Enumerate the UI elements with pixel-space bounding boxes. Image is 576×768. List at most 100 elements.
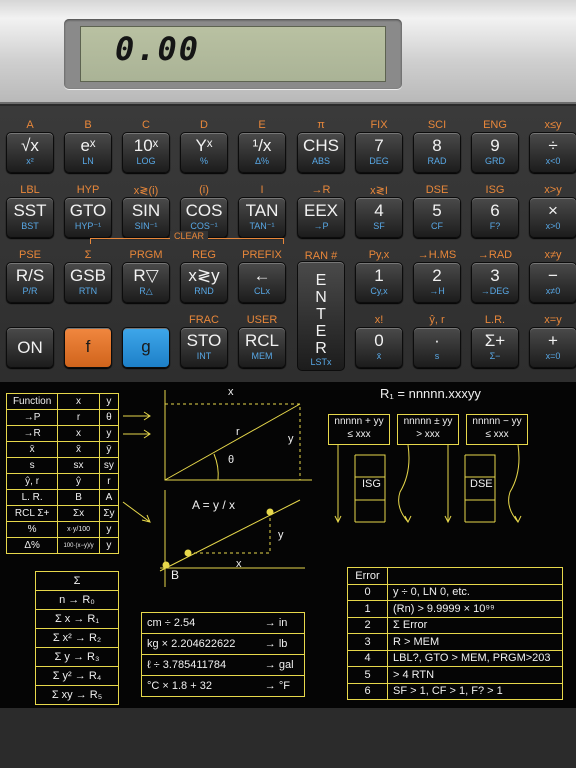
- table-row: ŷ, rŷr: [5, 473, 120, 490]
- table-row: Σ y → R₃: [35, 647, 119, 667]
- table-cell: Σ x² → R₂: [35, 628, 119, 648]
- calculator-key[interactable]: 6 F?: [471, 197, 519, 238]
- calculator-key[interactable]: GTO HYP⁻¹: [64, 197, 112, 238]
- calculator-key[interactable]: 8 RAD: [413, 132, 461, 173]
- key-g-label: →DEG: [480, 286, 510, 296]
- calculator-key[interactable]: f: [64, 327, 112, 368]
- key-shift-label: FIX: [370, 119, 388, 131]
- key-g-label: R△: [139, 286, 153, 296]
- table-cell: 5: [347, 666, 388, 684]
- key-shift-label: D: [200, 119, 208, 131]
- key-unit: x≤y ÷ x<0: [529, 119, 576, 179]
- calculator-key[interactable]: eˣ LN: [64, 132, 112, 173]
- table-row: % x·y/100 y: [5, 521, 120, 538]
- table-row: ℓ ÷ 3.785411784 → gal: [140, 654, 305, 676]
- key-unit: I TAN TAN⁻¹: [238, 184, 286, 244]
- calculator-key[interactable]: Yˣ%: [180, 132, 228, 173]
- key-label: eˣ: [80, 136, 96, 155]
- calculator-key[interactable]: 5 CF: [413, 197, 461, 238]
- calculator-key[interactable]: SST BST: [6, 197, 54, 238]
- table-cell: ȳ: [98, 441, 120, 458]
- key-g-label: RND: [194, 286, 214, 296]
- calculator-key[interactable]: 1 Cy,x: [355, 262, 403, 303]
- calculator-key[interactable]: 0 x̄: [355, 327, 403, 368]
- calculator-key[interactable]: × x>0: [529, 197, 576, 238]
- table-row: 4 LBL?, GTO > MEM, PRGM>203: [347, 649, 563, 667]
- key-unit: REG x≷y RND: [180, 249, 228, 309]
- key-shift-label: π: [317, 119, 325, 131]
- loop-box-dse-condition: nnnnn ± yy > xxx: [397, 414, 459, 445]
- key-label: TAN: [245, 201, 279, 220]
- clear-label: CLEAR: [170, 231, 209, 241]
- calculator-key[interactable]: R/S P/R: [6, 262, 54, 303]
- table-header-cell: Error: [347, 567, 388, 585]
- calculator-key[interactable]: SIN SIN⁻¹: [122, 197, 170, 238]
- table-header-cell: Function: [5, 393, 59, 410]
- calculator-key[interactable]: ON: [6, 327, 54, 368]
- conversion-table: cm ÷ 2.54 → in kg × 2.204622622 → lb ℓ ÷ 3…: [140, 612, 305, 697]
- regression-b-label: B: [171, 568, 180, 582]
- calculator-key[interactable]: Σ+ Σ−: [471, 327, 519, 368]
- calculator-key[interactable]: TAN TAN⁻¹: [238, 197, 286, 238]
- key-shift-label: ISG: [485, 184, 505, 196]
- key-g-label: x<0: [545, 156, 561, 166]
- calculator-key[interactable]: GSB RTN: [64, 262, 112, 303]
- table-cell: ŷ: [57, 473, 100, 490]
- key-unit: →R EEX →P: [297, 184, 345, 244]
- table-row: kg × 2.204622622 → lb: [140, 633, 305, 655]
- key-unit: A √x x²: [6, 119, 54, 179]
- table-row: x̄ x̄ ȳ: [5, 441, 120, 458]
- key-g-label: TAN⁻¹: [249, 221, 275, 231]
- keyboard: A √x x² Beˣ LN C 10ˣ LOG D Yˣ% E ¹/x Δ% π CHS ABS FIX 7 DE…: [0, 106, 576, 382]
- calculator-key[interactable]: RCL MEM: [238, 327, 286, 368]
- calculator-key[interactable]: ← CLx: [238, 262, 286, 303]
- key-label: 3: [490, 266, 500, 285]
- key-unit: PREFIX ← CLx: [238, 249, 286, 309]
- calculator-key[interactable]: √x x²: [6, 132, 54, 173]
- calculator-key[interactable]: 7 DEG: [355, 132, 403, 173]
- key-unit: →RAD 3 →DEG: [471, 249, 519, 309]
- table-cell: Σ x → R₁: [35, 609, 119, 629]
- calculator-key[interactable]: · s: [413, 327, 461, 368]
- calculator-key[interactable]: CHS ABS: [297, 132, 345, 173]
- table-row: 0y ÷ 0, LN 0, etc.: [347, 583, 563, 601]
- bottom-bezel: [0, 708, 576, 768]
- key-label: GSB: [70, 266, 106, 285]
- calculator-key[interactable]: x≷y RND: [180, 262, 228, 303]
- calculator-key[interactable]: R▽ R△: [122, 262, 170, 303]
- enter-key[interactable]: E N T E R LSTx: [297, 261, 345, 371]
- calculator-key[interactable]: 10ˣ LOG: [122, 132, 170, 173]
- table-header-cell: x: [57, 393, 100, 410]
- isg-label: ISG: [362, 478, 381, 490]
- calculator-key[interactable]: 3 →DEG: [471, 262, 519, 303]
- table-row: Σ xy → R₅: [35, 685, 119, 705]
- key-g-label: →P: [313, 221, 329, 231]
- calculator-key[interactable]: g: [122, 327, 170, 368]
- key-shift-label: →H.MS: [417, 249, 457, 261]
- calculator-key[interactable]: 2 →H: [413, 262, 461, 303]
- key-g-label: %: [199, 156, 208, 166]
- key-shift-label: I: [260, 184, 264, 196]
- calculator-key[interactable]: 4 SF: [355, 197, 403, 238]
- table-row: cm ÷ 2.54 → in: [140, 612, 305, 634]
- calculator-key[interactable]: − x≠0: [529, 262, 576, 303]
- key-shift-label: x=y: [544, 314, 562, 326]
- key-shift-label: x!: [374, 314, 384, 326]
- calculator-key[interactable]: EEX →P: [297, 197, 345, 238]
- key-unit: x! 0 x̄: [355, 314, 403, 374]
- calculator-key[interactable]: ÷ x<0: [529, 132, 576, 173]
- table-cell: y: [98, 521, 120, 538]
- error-table: Error 0y ÷ 0, LN 0, etc. 1 (Rn) > 9.9999 …: [347, 567, 563, 700]
- calculator-key[interactable]: STO INT: [180, 327, 228, 368]
- key-g-label: MEM: [251, 351, 273, 361]
- key-shift-label: Σ: [84, 249, 92, 261]
- key-shift-label: Py,x: [368, 249, 390, 261]
- key-unit: USER RCL MEM: [238, 314, 286, 374]
- key-g-label: CF: [431, 221, 443, 231]
- key-g-label: SIN⁻¹: [134, 221, 158, 231]
- calculator-key[interactable]: + x=0: [529, 327, 576, 368]
- table-header-cell: y: [98, 393, 120, 410]
- calculator-key[interactable]: ¹/x Δ%: [238, 132, 286, 173]
- calculator-key[interactable]: 9 GRD: [471, 132, 519, 173]
- key-g-label: →H: [429, 286, 445, 296]
